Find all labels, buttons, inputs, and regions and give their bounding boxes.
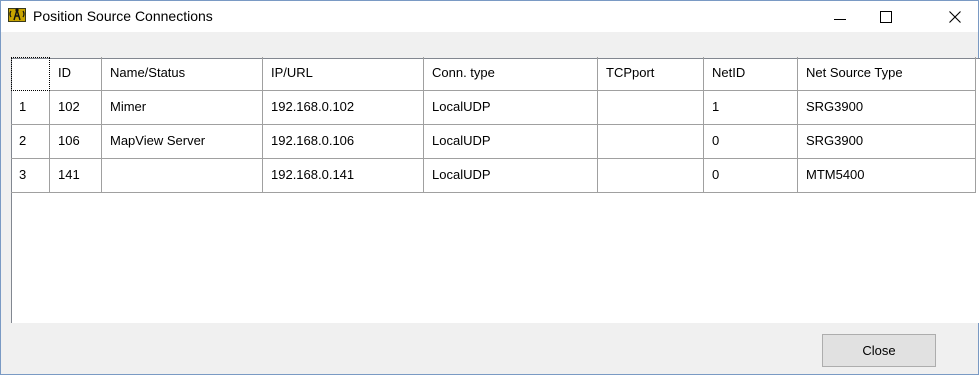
column-header-tcp-port[interactable]: TCPport — [598, 57, 704, 91]
maximize-icon — [880, 10, 892, 23]
table-cell-net-id[interactable]: 0 — [704, 159, 798, 193]
row-header-cell[interactable]: 1 — [11, 91, 50, 125]
row-header-cell[interactable]: 3 — [11, 159, 50, 193]
window-title: Position Source Connections — [33, 8, 213, 24]
table-cell-id[interactable]: 141 — [50, 159, 102, 193]
minimize-icon — [834, 18, 846, 20]
close-window-button[interactable] — [932, 1, 978, 32]
table-cell-tcp-port[interactable] — [598, 125, 704, 159]
table-cell-id[interactable]: 102 — [50, 91, 102, 125]
table-cell-net-source-type[interactable]: MTM5400 — [798, 159, 976, 193]
column-header-name-status[interactable]: Name/Status — [102, 57, 263, 91]
table-cell-name-status[interactable]: Mimer — [102, 91, 263, 125]
row-header-cell[interactable]: 2 — [11, 125, 50, 159]
column-header-conn-type[interactable]: Conn. type — [424, 57, 598, 91]
table-cell-ip-url[interactable]: 192.168.0.102 — [263, 91, 424, 125]
table-cell-conn-type[interactable]: LocalUDP — [424, 159, 598, 193]
maximize-button[interactable] — [863, 1, 909, 32]
title-bar[interactable]: Position Source Connections — [1, 1, 978, 32]
table-cell-conn-type[interactable]: LocalUDP — [424, 125, 598, 159]
table-cell-ip-url[interactable]: 192.168.0.106 — [263, 125, 424, 159]
minimize-button[interactable] — [817, 1, 863, 32]
grid-corner-cell[interactable] — [11, 57, 50, 91]
close-icon — [949, 10, 961, 23]
table-cell-name-status[interactable]: MapView Server — [102, 125, 263, 159]
column-header-net-source-type[interactable]: Net Source Type — [798, 57, 976, 91]
table-cell-net-id[interactable]: 0 — [704, 125, 798, 159]
table-cell-tcp-port[interactable] — [598, 159, 704, 193]
table-cell-net-id[interactable]: 1 — [704, 91, 798, 125]
column-header-id[interactable]: ID — [50, 57, 102, 91]
radio-tower-app-icon — [8, 8, 26, 22]
table-cell-name-status[interactable] — [102, 159, 263, 193]
table-cell-id[interactable]: 106 — [50, 125, 102, 159]
table-cell-tcp-port[interactable] — [598, 91, 704, 125]
table-cell-net-source-type[interactable]: SRG3900 — [798, 125, 976, 159]
close-button[interactable]: Close — [822, 334, 936, 367]
table-cell-net-source-type[interactable]: SRG3900 — [798, 91, 976, 125]
table-cell-ip-url[interactable]: 192.168.0.141 — [263, 159, 424, 193]
column-header-ip-url[interactable]: IP/URL — [263, 57, 424, 91]
column-header-net-id[interactable]: NetID — [704, 57, 798, 91]
table-cell-conn-type[interactable]: LocalUDP — [424, 91, 598, 125]
